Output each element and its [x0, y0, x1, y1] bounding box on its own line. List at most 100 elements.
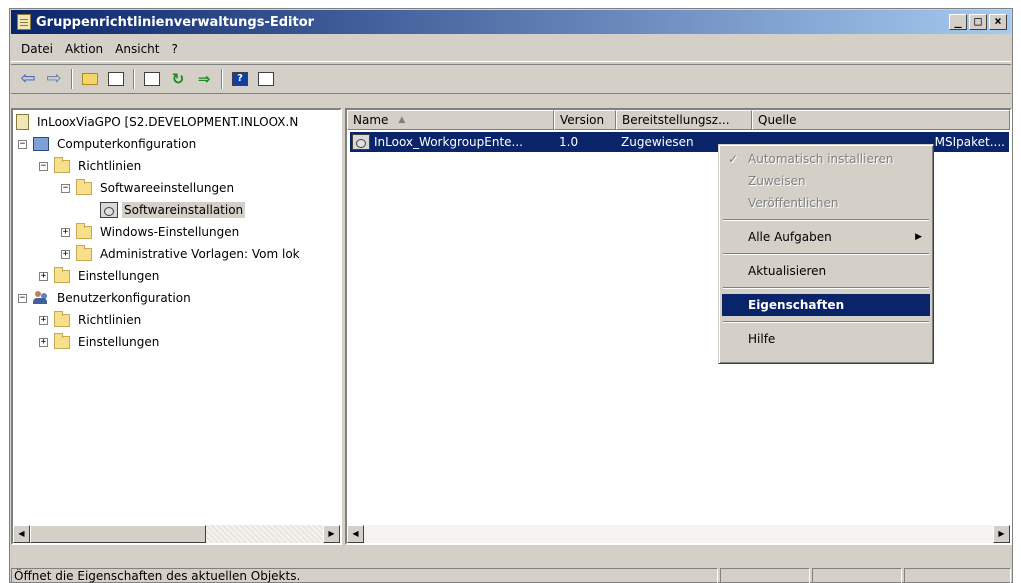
menu-item-label: Alle Aufgaben: [748, 230, 832, 244]
up-folder-icon[interactable]: [79, 68, 101, 90]
scroll-left-button[interactable]: ◀: [347, 525, 364, 543]
tree-item-administrative-vorlagen[interactable]: + Administrative Vorlagen: Vom lok: [61, 244, 302, 264]
menu-item-label: Automatisch installieren: [748, 152, 894, 166]
menu-separator: [723, 287, 929, 289]
expand-toggle[interactable]: +: [61, 249, 70, 259]
show-hide-tree-icon[interactable]: [105, 68, 127, 90]
folder-icon: [54, 266, 70, 283]
status-panel: [904, 568, 1011, 583]
menu-help[interactable]: ?: [165, 40, 183, 58]
list-header: Name ▲ Version Bereitstellungsz... Quell…: [347, 110, 1010, 130]
status-text: Öffnet die Eigenschaften des aktuellen O…: [11, 568, 718, 583]
folder-icon: [76, 244, 92, 261]
back-icon[interactable]: ⇦: [17, 68, 39, 90]
toolbar-separator: [71, 69, 73, 89]
context-menu: ✓ Automatisch installieren Zuweisen Verö…: [718, 144, 934, 364]
tree-item-einstellungen[interactable]: + Einstellungen: [39, 266, 161, 286]
menu-item-label: Eigenschaften: [748, 298, 845, 312]
collapse-toggle[interactable]: −: [18, 139, 27, 149]
expand-toggle[interactable]: +: [61, 227, 70, 237]
menu-item-alle-aufgaben[interactable]: Alle Aufgaben ▶: [722, 226, 930, 248]
tree-item-label: Windows-Einstellungen: [100, 225, 240, 239]
toolbar-separator: [221, 69, 223, 89]
menu-item-label: Aktualisieren: [748, 264, 827, 278]
tree-item-windows-einstellungen[interactable]: + Windows-Einstellungen: [61, 222, 241, 242]
cell-name: InLoox_WorkgroupEnte...: [374, 135, 523, 149]
column-label: Version: [560, 113, 605, 127]
folder-icon: [54, 310, 70, 327]
column-label: Bereitstellungsz...: [622, 113, 730, 127]
menu-item-aktualisieren[interactable]: Aktualisieren: [722, 260, 930, 282]
users-icon: [33, 291, 49, 305]
menu-item-label: Veröffentlichen: [748, 196, 839, 210]
menu-aktion[interactable]: Aktion: [59, 40, 109, 58]
menu-item-veroeffentlichen[interactable]: Veröffentlichen: [722, 192, 930, 214]
column-header-deployment[interactable]: Bereitstellungsz...: [616, 110, 752, 130]
console-view-icon[interactable]: [255, 68, 277, 90]
tree-item-label: Softwareinstallation: [122, 202, 246, 218]
collapse-toggle[interactable]: −: [18, 293, 27, 303]
tree-item-label: Computerkonfiguration: [57, 137, 197, 151]
expand-toggle[interactable]: +: [39, 337, 48, 347]
status-bar: Öffnet die Eigenschaften des aktuellen O…: [11, 568, 1011, 583]
tree-item-label: Richtlinien: [78, 313, 142, 327]
column-header-version[interactable]: Version: [554, 110, 616, 130]
tree-pane: InLooxViaGPO [S2.DEVELOPMENT.INLOOX.N − …: [11, 108, 342, 545]
column-label: Quelle: [758, 113, 797, 127]
tree-item-richtlinien[interactable]: − Richtlinien: [39, 156, 143, 176]
close-button[interactable]: ×: [989, 14, 1007, 30]
tree-item-benutzer-richtlinien[interactable]: + Richtlinien: [39, 310, 143, 330]
scroll-left-button[interactable]: ◀: [13, 525, 30, 543]
tree-item-label: Benutzerkonfiguration: [57, 291, 191, 305]
menu-item-eigenschaften[interactable]: Eigenschaften: [722, 294, 930, 316]
tree-item-softwareinstallation[interactable]: Softwareinstallation: [100, 200, 246, 220]
title-bar[interactable]: Gruppenrichtlinienverwaltungs-Editor _ □…: [11, 10, 1011, 34]
scroll-track[interactable]: [30, 525, 323, 543]
computer-icon: [33, 137, 49, 151]
menu-item-label: Hilfe: [748, 332, 776, 346]
folder-icon: [54, 156, 70, 173]
tree-item-benutzerkonfiguration[interactable]: − Benutzerkonfiguration: [18, 288, 193, 308]
scroll-right-button[interactable]: ▶: [993, 525, 1010, 543]
tree-item-gpo-root[interactable]: InLooxViaGPO [S2.DEVELOPMENT.INLOOX.N: [16, 112, 300, 132]
scroll-track[interactable]: [364, 525, 993, 543]
console-tree: InLooxViaGPO [S2.DEVELOPMENT.INLOOX.N − …: [13, 110, 340, 525]
tree-item-softwareeinstellungen[interactable]: − Softwareeinstellungen: [61, 178, 236, 198]
menu-item-hilfe[interactable]: Hilfe: [722, 328, 930, 350]
folder-icon: [76, 222, 92, 239]
maximize-button[interactable]: □: [969, 14, 987, 30]
folder-icon: [76, 178, 92, 195]
refresh-icon[interactable]: ↻: [167, 68, 189, 90]
expand-toggle[interactable]: +: [39, 315, 48, 325]
scroll-right-button[interactable]: ▶: [323, 525, 340, 543]
gpo-editor-icon: [17, 14, 31, 30]
collapse-toggle[interactable]: −: [39, 161, 48, 171]
column-header-name[interactable]: Name ▲: [347, 110, 554, 130]
cell-version: 1.0: [559, 135, 579, 149]
toolbar-separator: [133, 69, 135, 89]
minimize-button[interactable]: _: [949, 14, 967, 30]
expand-toggle[interactable]: +: [39, 271, 48, 281]
tree-item-computerkonfiguration[interactable]: − Computerkonfiguration: [18, 134, 198, 154]
collapse-toggle[interactable]: −: [61, 183, 70, 193]
help-icon[interactable]: ?: [229, 68, 251, 90]
menu-item-automatisch-installieren[interactable]: ✓ Automatisch installieren: [722, 148, 930, 170]
list-horizontal-scrollbar[interactable]: ◀ ▶: [347, 525, 1010, 543]
menu-ansicht[interactable]: Ansicht: [109, 40, 165, 58]
menu-separator: [723, 219, 929, 221]
export-list-icon[interactable]: ⇒: [193, 68, 215, 90]
scroll-thumb[interactable]: [30, 525, 206, 543]
tree-item-label: Administrative Vorlagen: Vom lok: [100, 247, 300, 261]
menu-datei[interactable]: Datei: [15, 40, 59, 58]
tree-horizontal-scrollbar[interactable]: ◀ ▶: [13, 525, 340, 543]
tree-item-label: Einstellungen: [78, 269, 160, 283]
tree-item-benutzer-einstellungen[interactable]: + Einstellungen: [39, 332, 161, 352]
forward-icon[interactable]: ⇨: [43, 68, 65, 90]
folder-icon: [54, 332, 70, 349]
column-header-source[interactable]: Quelle: [752, 110, 1010, 130]
software-package-icon: [100, 202, 118, 218]
menu-item-zuweisen[interactable]: Zuweisen: [722, 170, 930, 192]
menu-item-label: Zuweisen: [748, 174, 806, 188]
properties-icon[interactable]: [141, 68, 163, 90]
tree-item-label: InLooxViaGPO [S2.DEVELOPMENT.INLOOX.N: [37, 115, 299, 129]
